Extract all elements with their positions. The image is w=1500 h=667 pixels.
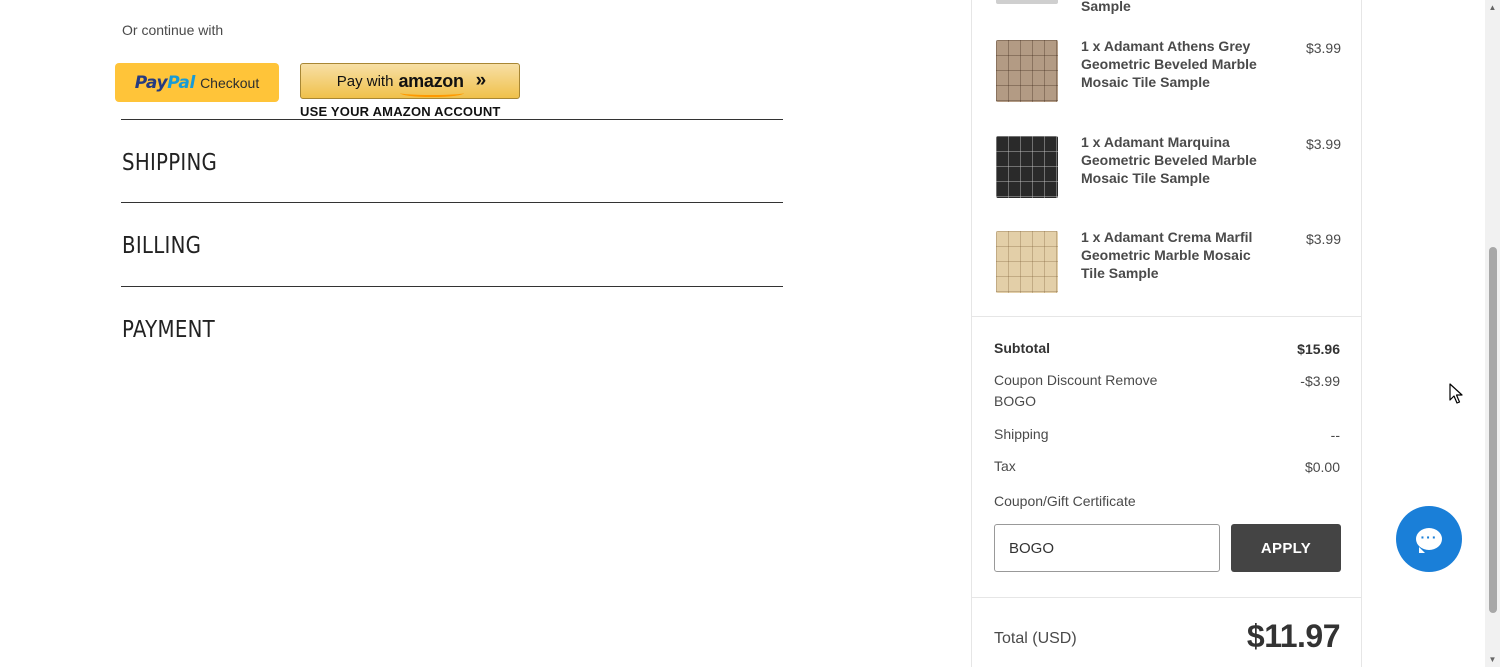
double-chevron-right-icon: » bbox=[475, 70, 486, 91]
mouse-cursor-icon bbox=[1449, 383, 1463, 404]
order-item-name: Sample bbox=[1081, 0, 1131, 14]
section-divider bbox=[121, 119, 783, 120]
order-item-name: 1 x Adamant Athens Grey Geometric Bevele… bbox=[1081, 38, 1257, 90]
scroll-down-arrow-icon[interactable]: ▼ bbox=[1485, 652, 1500, 667]
summary-border-left bbox=[971, 0, 972, 667]
chat-dots-icon: ··· bbox=[1420, 529, 1438, 545]
order-item-name: 1 x Adamant Crema Marfil Geometric Marbl… bbox=[1081, 229, 1253, 281]
shipping-label: Shipping bbox=[994, 426, 1049, 442]
section-divider bbox=[121, 202, 783, 203]
order-item-price: $3.99 bbox=[1305, 231, 1341, 247]
scroll-up-arrow-icon[interactable]: ▲ bbox=[1485, 0, 1500, 15]
apply-coupon-button[interactable]: APPLY bbox=[1231, 524, 1341, 572]
tax-value: $0.00 bbox=[1304, 459, 1340, 475]
section-divider bbox=[121, 286, 783, 287]
tax-label: Tax bbox=[994, 458, 1016, 474]
product-thumbnail bbox=[996, 136, 1058, 198]
paypal-logo-pay: Pay bbox=[134, 72, 168, 93]
shipping-section-header[interactable]: SHIPPING bbox=[122, 150, 217, 176]
total-label: Total (USD) bbox=[994, 630, 1077, 647]
coupon-discount-text: Coupon Discount bbox=[994, 372, 1102, 388]
subtotal-label: Subtotal bbox=[994, 340, 1050, 356]
product-thumbnail bbox=[996, 40, 1058, 102]
order-item-price: $3.99 bbox=[1305, 40, 1341, 56]
subtotal-value: $15.96 bbox=[1297, 341, 1340, 357]
product-thumbnail bbox=[996, 231, 1058, 293]
amazon-pay-button[interactable]: Pay with amazon » bbox=[300, 63, 520, 99]
total-value: $11.97 bbox=[1246, 618, 1341, 654]
chat-launcher-button[interactable]: ··· bbox=[1396, 506, 1462, 572]
shipping-value: -- bbox=[1330, 427, 1340, 443]
order-item-name: 1 x Adamant Marquina Geometric Beveled M… bbox=[1081, 134, 1257, 186]
amazon-account-caption: USE YOUR AMAZON ACCOUNT bbox=[300, 104, 501, 119]
summary-border-right bbox=[1361, 0, 1362, 667]
summary-separator bbox=[972, 597, 1361, 598]
coupon-discount-label: Coupon Discount Remove BOGO bbox=[994, 370, 1174, 412]
coupon-code-input[interactable] bbox=[994, 524, 1220, 572]
paypal-logo: PayPal bbox=[134, 72, 196, 93]
amazon-logo: amazon bbox=[398, 70, 464, 97]
paypal-logo-pal: Pal bbox=[167, 72, 196, 93]
amazon-logo-text: amazon bbox=[398, 70, 464, 91]
coupon-discount-code: BOGO bbox=[994, 393, 1037, 409]
order-item-price: $3.99 bbox=[1305, 136, 1341, 152]
paypal-checkout-label: Checkout bbox=[200, 74, 260, 91]
coupon-field-label: Coupon/Gift Certificate bbox=[994, 493, 1136, 509]
summary-separator bbox=[972, 316, 1361, 317]
amazon-smile-icon bbox=[400, 89, 464, 97]
billing-section-header[interactable]: BILLING bbox=[122, 233, 201, 259]
paypal-checkout-button[interactable]: PayPal Checkout bbox=[115, 63, 279, 102]
or-continue-label: Or continue with bbox=[122, 22, 224, 38]
chat-bubble-icon: ··· bbox=[1416, 528, 1442, 553]
amazon-pay-with-label: Pay with bbox=[336, 72, 394, 90]
scrollbar-thumb[interactable] bbox=[1489, 247, 1497, 613]
payment-section-header[interactable]: PAYMENT bbox=[122, 317, 215, 343]
coupon-discount-value: -$3.99 bbox=[1300, 373, 1340, 389]
coupon-remove-link[interactable]: Remove bbox=[1105, 372, 1157, 388]
product-thumbnail bbox=[996, 0, 1058, 4]
